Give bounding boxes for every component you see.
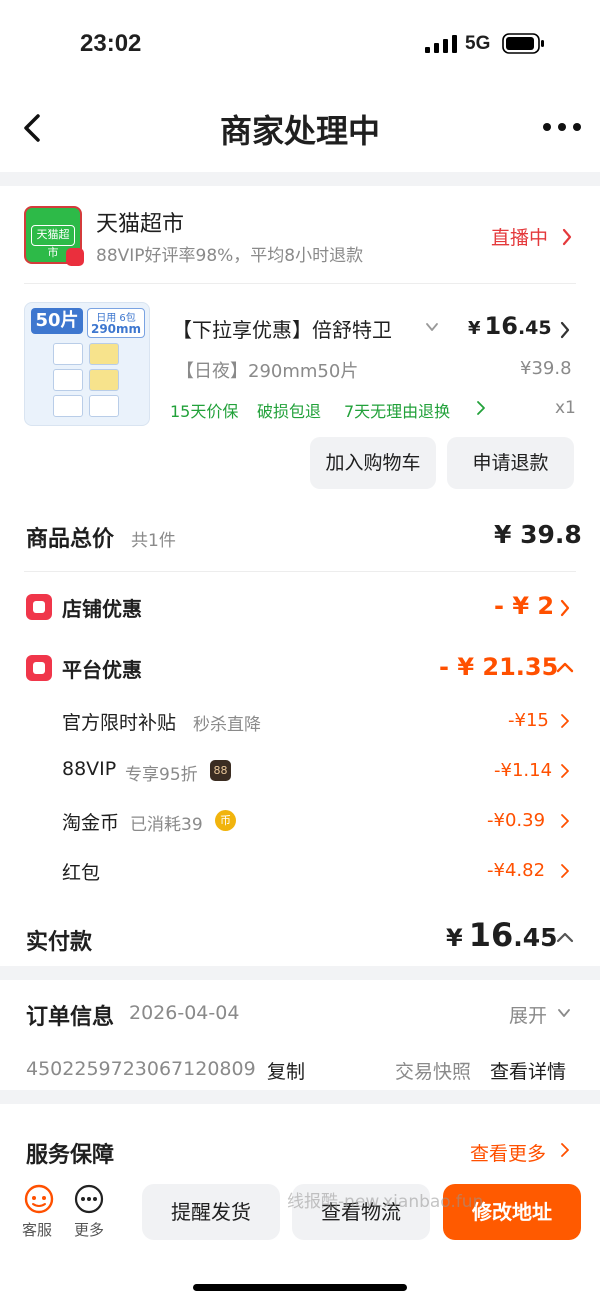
chevron-right-icon[interactable] — [560, 763, 570, 779]
paid-dec: .45 — [513, 923, 558, 952]
view-details-link[interactable]: 查看详情 — [490, 1057, 566, 1084]
live-link[interactable]: 直播中 — [491, 223, 548, 250]
vip88-badge-icon: 88 — [210, 760, 231, 781]
discount-item-value[interactable]: -¥0.39 — [487, 810, 545, 831]
remind-shipping-button[interactable]: 提醒发货 — [142, 1184, 280, 1240]
price-int: 16 — [484, 312, 518, 340]
chevron-down-icon[interactable] — [424, 320, 440, 334]
product-pack — [89, 343, 119, 365]
order-number: 4502259723067120809 — [26, 1058, 256, 1080]
paid-int: 16 — [468, 916, 514, 954]
shop-discount-label: 店铺优惠 — [62, 597, 142, 621]
total-label: 商品总价 — [26, 527, 115, 552]
expand-link[interactable]: 展开 — [509, 1001, 547, 1028]
more-label[interactable]: 更多 — [74, 1219, 104, 1240]
chevron-right-icon — [562, 228, 572, 246]
paid-label: 实付款 — [26, 930, 93, 955]
discount-item-label: 红包 — [62, 862, 101, 884]
product-image-tag: 日用 6包 290mm — [87, 308, 145, 338]
chevron-right-icon[interactable] — [559, 598, 571, 618]
discount-item-note: 专享95折 — [125, 765, 198, 785]
product-pack — [89, 395, 119, 417]
product-title[interactable]: 【下拉享优惠】倍舒特卫 — [172, 314, 416, 343]
home-indicator — [193, 1284, 407, 1291]
battery-icon — [502, 33, 544, 54]
product-spec: 【日夜】290mm50片 — [176, 361, 359, 382]
chevron-right-icon[interactable] — [560, 1142, 570, 1158]
order-info-label: 订单信息 — [26, 1005, 115, 1030]
product-pack — [89, 369, 119, 391]
discount-item-value[interactable]: -¥1.14 — [494, 760, 552, 781]
shop-discount-value[interactable]: - ¥ 2 — [494, 592, 554, 620]
divider — [24, 283, 576, 284]
product-image-count: 50片 — [31, 308, 83, 334]
product-image-tag-line2: 290mm — [90, 322, 142, 336]
product-pack — [53, 343, 83, 365]
platform-discount-value[interactable]: - ¥ 21.35 — [439, 653, 558, 681]
service-tag: 15天价保 — [170, 402, 239, 421]
add-to-cart-button[interactable]: 加入购物车 — [310, 437, 436, 489]
shop-logo-text: 天猫超市 — [31, 225, 75, 259]
network-label: 5G — [465, 33, 491, 54]
status-bar: 23:02 5G — [0, 0, 600, 90]
paid-symbol: ¥ — [446, 924, 463, 952]
chevron-up-icon[interactable] — [555, 660, 575, 674]
chevron-right-icon[interactable] — [560, 863, 570, 879]
total-count: 共1件 — [131, 531, 176, 551]
discount-item-label: 88VIP — [62, 758, 117, 780]
signal-icon — [425, 35, 457, 53]
discount-item-value[interactable]: -¥4.82 — [487, 860, 545, 881]
more-icon[interactable] — [74, 1184, 104, 1214]
service-tag: 破损包退 — [257, 402, 322, 421]
product-price: ¥16.45 — [468, 312, 552, 340]
paid-value: ¥16.45 — [446, 916, 558, 954]
live-badge-icon — [66, 248, 84, 266]
service-label: 服务保障 — [26, 1143, 115, 1168]
shop-name[interactable]: 天猫超市 — [96, 206, 184, 238]
platform-discount-icon — [26, 655, 52, 681]
discount-item-value[interactable]: -¥15 — [508, 710, 549, 731]
discount-item-note: 已消耗39 — [130, 815, 203, 835]
service-more-link[interactable]: 查看更多 — [470, 1139, 546, 1166]
product-pack — [53, 369, 83, 391]
divider — [24, 571, 576, 572]
chevron-up-icon[interactable] — [555, 930, 575, 944]
order-date: 2026-04-04 — [129, 1002, 240, 1024]
taojinbi-coin-icon: 币 — [215, 810, 236, 831]
discount-item-label: 淘金币 — [62, 812, 120, 834]
price-dec: .45 — [517, 317, 552, 339]
chevron-right-icon[interactable] — [559, 320, 571, 340]
copy-button[interactable]: 复制 — [267, 1057, 305, 1084]
nav-bar: 商家处理中 — [0, 90, 600, 172]
platform-discount-label: 平台优惠 — [62, 658, 142, 682]
product-original-price: ¥39.8 — [520, 358, 572, 379]
total-value: ¥ 39.8 — [494, 520, 582, 549]
service-tag[interactable]: 7天无理由退换 — [344, 398, 450, 422]
customer-service-label[interactable]: 客服 — [22, 1219, 52, 1240]
shop-discount-icon — [26, 594, 52, 620]
chevron-right-icon[interactable] — [560, 713, 570, 729]
chevron-right-icon[interactable] — [560, 813, 570, 829]
product-quantity: x1 — [555, 398, 576, 418]
customer-service-icon[interactable] — [22, 1184, 56, 1214]
shop-rating: 88VIP好评率98%，平均8小时退款 — [96, 246, 364, 266]
chevron-down-icon[interactable] — [556, 1006, 572, 1020]
discount-item-note: 秒杀直降 — [193, 715, 261, 735]
status-time: 23:02 — [80, 30, 142, 57]
request-refund-button[interactable]: 申请退款 — [447, 437, 574, 489]
page-title: 商家处理中 — [219, 112, 380, 150]
chevron-right-icon — [477, 401, 485, 415]
discount-item-label: 官方限时补贴 — [62, 712, 177, 734]
product-pack — [53, 395, 83, 417]
product-image[interactable]: 50片 日用 6包 290mm — [24, 302, 150, 426]
watermark: 线报酷-new.xianbao.fun — [287, 1192, 484, 1212]
more-options-icon[interactable] — [541, 120, 583, 134]
snapshot-link[interactable]: 交易快照 — [395, 1057, 471, 1084]
price-symbol: ¥ — [468, 318, 481, 339]
